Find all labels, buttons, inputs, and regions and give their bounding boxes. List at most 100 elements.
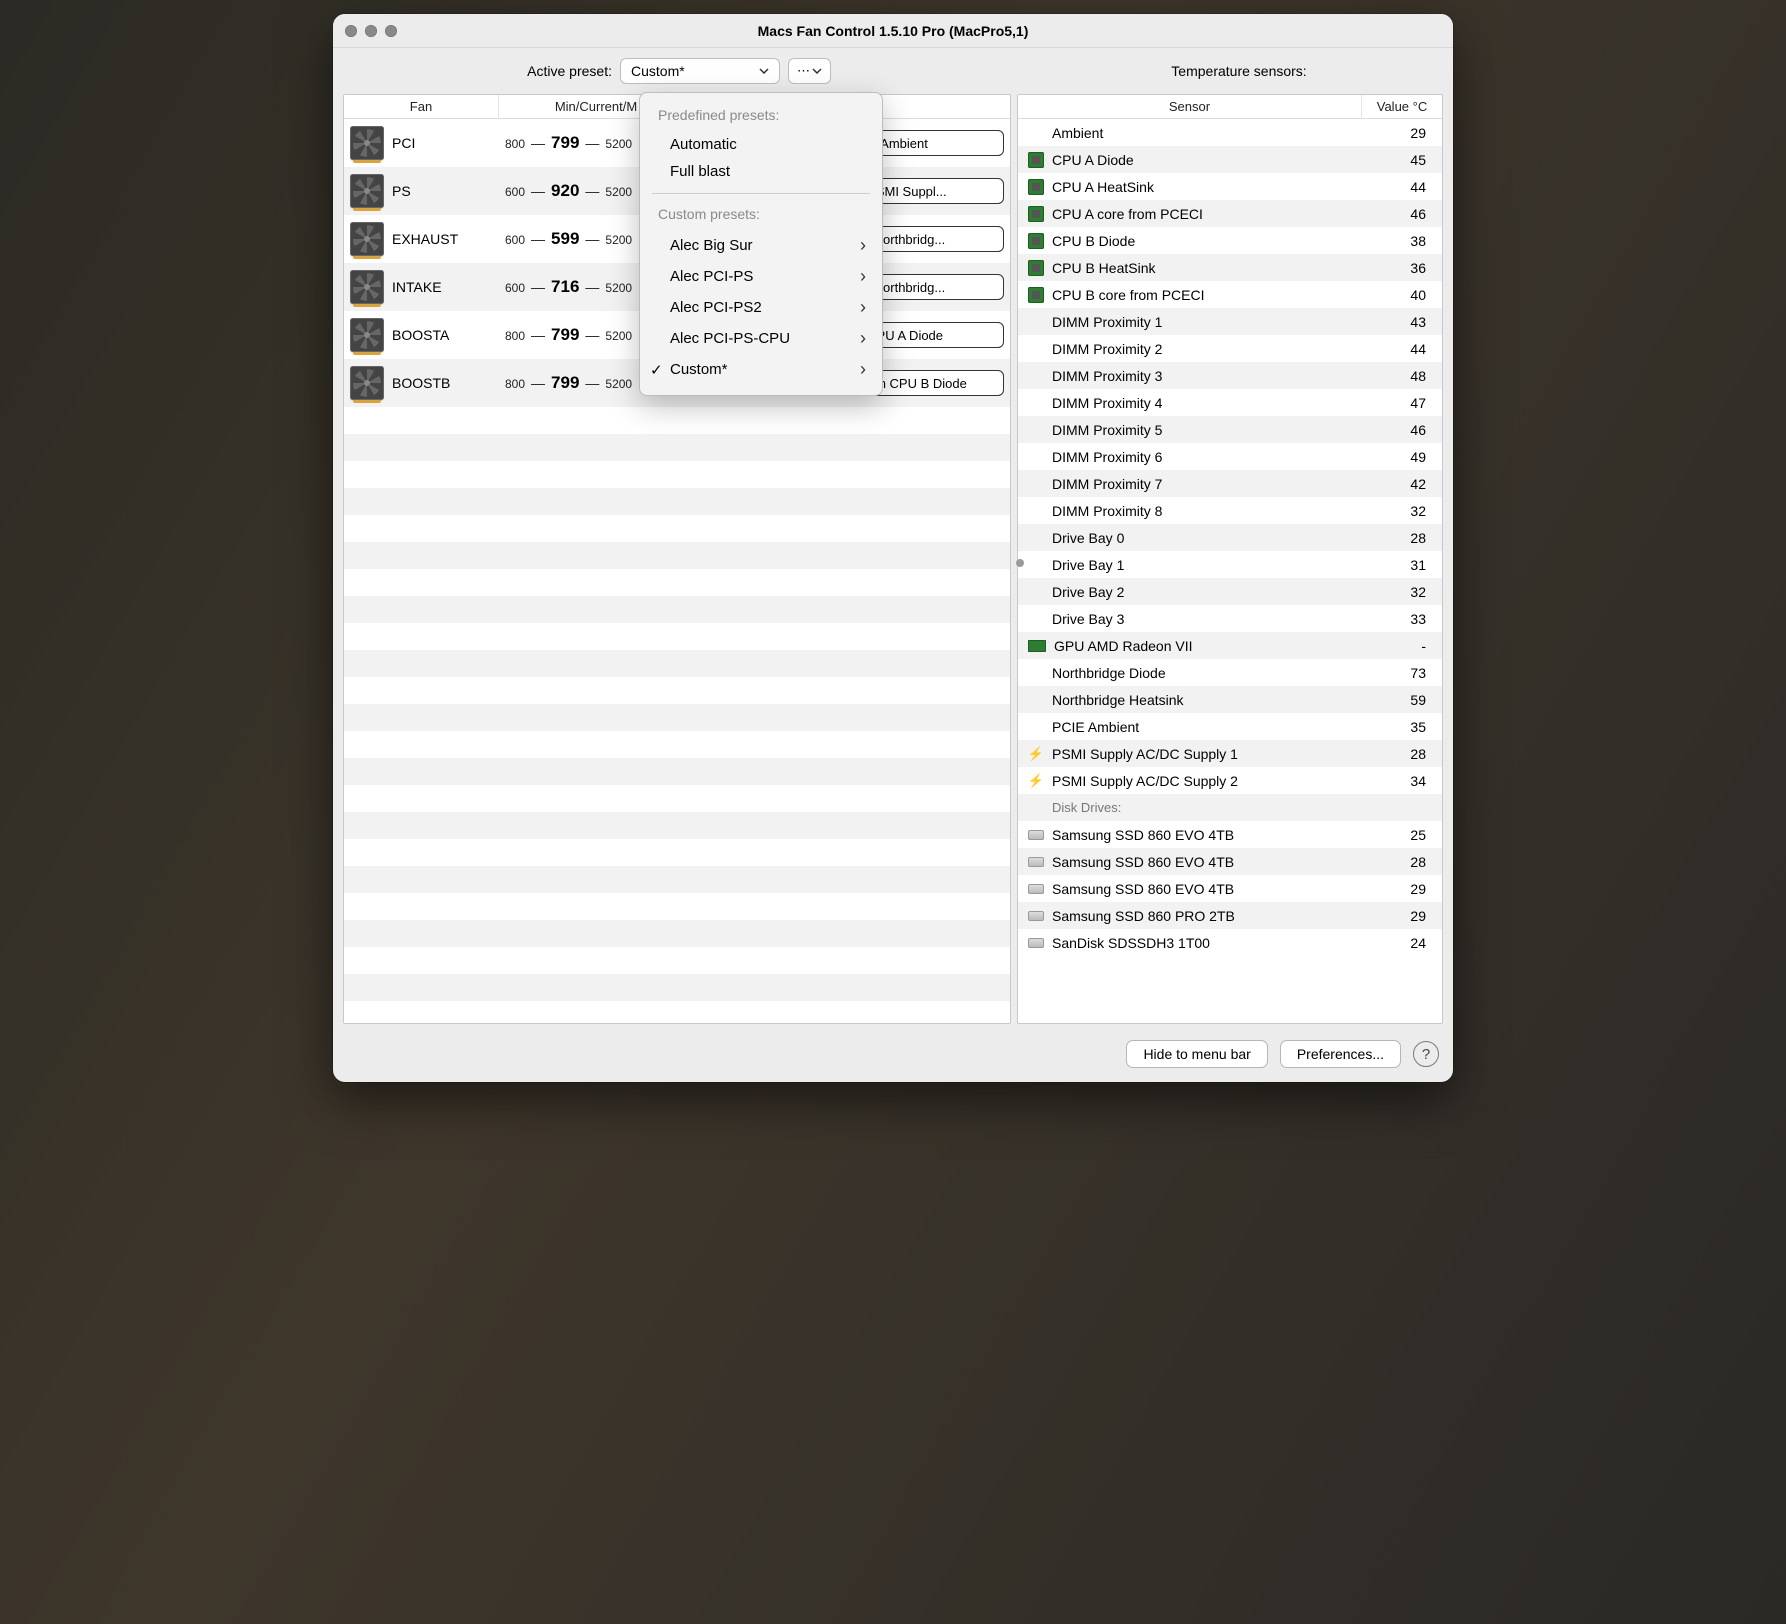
spacer-icon [1028,422,1044,438]
sensor-row[interactable]: DIMM Proximity 348 [1018,362,1442,389]
power-icon: ⚡ [1028,746,1044,762]
sensor-row[interactable]: Samsung SSD 860 EVO 4TB25 [1018,821,1442,848]
minimize-icon[interactable] [365,25,377,37]
empty-row [344,974,1010,1001]
sensor-row[interactable]: CPU A Diode 45 [1018,146,1442,173]
sensor-row[interactable]: DIMM Proximity 649 [1018,443,1442,470]
col-value[interactable]: Value °C [1362,95,1442,118]
sensor-row[interactable]: SanDisk SDSSDH3 1T0024 [1018,929,1442,956]
spacer-icon [1028,692,1044,708]
menu-item-preset[interactable]: ✓Custom* [640,354,882,385]
sensor-row[interactable]: CPU A core from PCECI46 [1018,200,1442,227]
sensor-row[interactable]: CPU B Diode38 [1018,227,1442,254]
sensor-value: 43 [1362,314,1442,330]
sensor-name: DIMM Proximity 5 [1052,422,1162,438]
menu-item-preset[interactable]: Alec PCI-PS [640,261,882,292]
sensor-name: PSMI Supply AC/DC Supply 1 [1052,746,1238,762]
spacer-icon [1028,665,1044,681]
chevron-down-icon [759,68,769,74]
sensor-value: 59 [1362,692,1442,708]
spacer-icon [1028,719,1044,735]
sensor-row[interactable]: CPU A HeatSink44 [1018,173,1442,200]
sensor-row[interactable]: DIMM Proximity 447 [1018,389,1442,416]
sensor-name: DIMM Proximity 4 [1052,395,1162,411]
menu-item-label: Alec Big Sur [670,237,753,254]
sensor-value: 35 [1362,719,1442,735]
preferences-button[interactable]: Preferences... [1280,1040,1401,1068]
empty-row [344,434,1010,461]
sensor-row[interactable]: Northbridge Diode73 [1018,659,1442,686]
sensor-value: 29 [1362,908,1442,924]
zoom-icon[interactable] [385,25,397,37]
menu-item-preset[interactable]: Alec Big Sur [640,230,882,261]
fan-icon [350,222,384,256]
sensor-value: 36 [1362,260,1442,276]
preset-dropdown[interactable]: Custom* [620,58,780,84]
empty-row [344,893,1010,920]
sensor-row[interactable]: Samsung SSD 860 EVO 4TB29 [1018,875,1442,902]
hide-to-menubar-button[interactable]: Hide to menu bar [1126,1040,1267,1068]
close-icon[interactable] [345,25,357,37]
sensor-value: 29 [1362,125,1442,141]
spacer-icon [1028,800,1044,816]
menu-item-label: Alec PCI-PS-CPU [670,330,790,347]
menu-separator [652,193,870,194]
sensor-name: DIMM Proximity 8 [1052,503,1162,519]
sensor-name: Ambient [1052,125,1103,141]
spacer-icon [1028,314,1044,330]
sensor-row[interactable]: DIMM Proximity 546 [1018,416,1442,443]
col-sensor[interactable]: Sensor [1018,95,1362,118]
fan-icon [350,270,384,304]
sensor-row[interactable]: PCIE Ambient35 [1018,713,1442,740]
spacer-icon [1028,449,1044,465]
help-button[interactable]: ? [1413,1041,1439,1067]
sensor-name: Drive Bay 2 [1052,584,1124,600]
sensor-row[interactable]: Samsung SSD 860 EVO 4TB28 [1018,848,1442,875]
col-fan[interactable]: Fan [344,95,499,118]
empty-row [344,839,1010,866]
sensor-name: Drive Bay 0 [1052,530,1124,546]
menu-item-preset[interactable]: Alec PCI-PS-CPU [640,323,882,354]
sensor-row[interactable]: Drive Bay 131 [1018,551,1442,578]
sensor-row[interactable]: Ambient 29 [1018,119,1442,146]
sensor-row[interactable]: DIMM Proximity 742 [1018,470,1442,497]
sensor-value: 45 [1362,152,1442,168]
preset-options-button[interactable]: ⋯ [788,58,831,84]
check-icon: ✓ [650,361,663,379]
sensor-row[interactable]: ⚡PSMI Supply AC/DC Supply 128 [1018,740,1442,767]
sensor-name: Drive Bay 3 [1052,611,1124,627]
sensor-name: CPU B core from PCECI [1052,287,1204,303]
sensor-row[interactable]: DIMM Proximity 832 [1018,497,1442,524]
cpu-chip-icon [1028,233,1044,249]
gpu-chip-icon [1028,640,1046,652]
sensor-value: 31 [1362,557,1442,573]
sensor-row[interactable]: CPU B core from PCECI 40 [1018,281,1442,308]
sensor-row[interactable]: DIMM Proximity 1 43 [1018,308,1442,335]
footer: Hide to menu bar Preferences... ? [333,1032,1453,1082]
preset-menu: Predefined presets: Automatic Full blast… [639,92,883,396]
sensor-name: DIMM Proximity 1 [1052,314,1162,330]
fan-icon [350,126,384,160]
sensor-row[interactable]: Samsung SSD 860 PRO 2TB 29 [1018,902,1442,929]
sensor-name: CPU B HeatSink [1052,260,1155,276]
sensor-name: SanDisk SDSSDH3 1T00 [1052,935,1210,951]
sensor-name: Samsung SSD 860 PRO 2TB [1052,908,1235,924]
power-icon: ⚡ [1028,773,1044,789]
sensor-row[interactable]: ⚡PSMI Supply AC/DC Supply 234 [1018,767,1442,794]
pane-splitter[interactable] [1016,559,1024,567]
sensor-row[interactable]: CPU B HeatSink 36 [1018,254,1442,281]
fan-name: EXHAUST [392,231,458,247]
sensor-value: 40 [1362,287,1442,303]
sensor-row[interactable]: GPU AMD Radeon VII- [1018,632,1442,659]
sensor-value: 42 [1362,476,1442,492]
sensor-name: CPU A Diode [1052,152,1134,168]
empty-row [344,596,1010,623]
menu-item-preset[interactable]: Alec PCI-PS2 [640,292,882,323]
sensor-row[interactable]: Drive Bay 232 [1018,578,1442,605]
sensor-row[interactable]: Drive Bay 333 [1018,605,1442,632]
menu-item-automatic[interactable]: Automatic [640,131,882,158]
sensor-row[interactable]: DIMM Proximity 244 [1018,335,1442,362]
sensor-row[interactable]: Drive Bay 028 [1018,524,1442,551]
menu-item-full-blast[interactable]: Full blast [640,158,882,185]
sensor-row[interactable]: Northbridge Heatsink59 [1018,686,1442,713]
